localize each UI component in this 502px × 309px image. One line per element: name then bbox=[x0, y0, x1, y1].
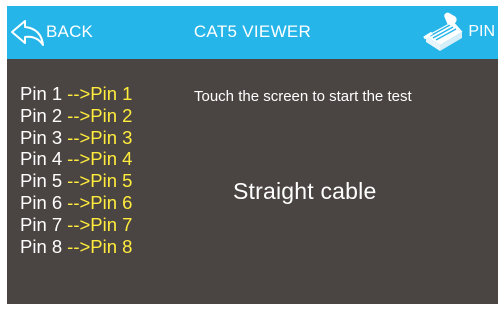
instruction-text: Touch the screen to start the test bbox=[194, 88, 412, 105]
pin-arrow: --> bbox=[67, 83, 91, 104]
pin-target: Pin 7 bbox=[90, 213, 133, 235]
pin-source: Pin 1 bbox=[20, 83, 63, 104]
pin-source: Pin 5 bbox=[20, 170, 63, 192]
pin-target: Pin 8 bbox=[90, 235, 133, 257]
pin-source: Pin 4 bbox=[20, 148, 63, 170]
pin-mapping-row: Pin 3 -->Pin 3 bbox=[20, 127, 132, 149]
pin-source: Pin 6 bbox=[20, 191, 63, 213]
pin-source: Pin 2 bbox=[20, 104, 63, 126]
pin-source: Pin 8 bbox=[20, 235, 63, 257]
pin-mapping-row: Pin 7 -->Pin 7 bbox=[20, 214, 132, 236]
pin-target: Pin 3 bbox=[90, 126, 133, 148]
pin-target: Pin 2 bbox=[90, 104, 133, 126]
pin-source: Pin 3 bbox=[20, 126, 63, 148]
top-bar: BACK CAT5 VIEWER PIN bbox=[7, 6, 498, 59]
pin-mapping-row: Pin 1 -->Pin 1 bbox=[20, 83, 132, 105]
rj45-plug-icon bbox=[422, 12, 468, 52]
pin-arrow: --> bbox=[67, 126, 91, 148]
pin-target: Pin 4 bbox=[90, 148, 133, 170]
pin-arrow: --> bbox=[67, 148, 91, 170]
pin-mapping-list: Pin 1 -->Pin 1 Pin 2 -->Pin 2 Pin 3 -->Pin … bbox=[20, 83, 132, 257]
pin-arrow: --> bbox=[67, 213, 91, 235]
pin-arrow: --> bbox=[67, 104, 91, 126]
pin-mapping-row: Pin 2 -->Pin 2 bbox=[20, 105, 132, 127]
pin-target: Pin 6 bbox=[90, 191, 133, 213]
pin-mapping-row: Pin 6 -->Pin 6 bbox=[20, 192, 132, 214]
pin-arrow: --> bbox=[67, 191, 91, 213]
pin-arrow: --> bbox=[67, 235, 91, 257]
pin-mapping-row: Pin 5 -->Pin 5 bbox=[20, 170, 132, 192]
pin-mapping-row: Pin 8 -->Pin 8 bbox=[20, 236, 132, 258]
pin-button[interactable]: PIN bbox=[413, 12, 495, 52]
viewer-screen[interactable]: BACK CAT5 VIEWER PIN Pin 1 -->Pin 1 Pin … bbox=[7, 6, 498, 304]
pin-button-label: PIN bbox=[468, 23, 495, 40]
pin-target: Pin 1 bbox=[90, 83, 133, 104]
pin-mapping-row: Pin 4 -->Pin 4 bbox=[20, 148, 132, 170]
pin-target: Pin 5 bbox=[90, 170, 133, 192]
pin-source: Pin 7 bbox=[20, 213, 63, 235]
test-result: Straight cable bbox=[233, 178, 377, 204]
pin-arrow: --> bbox=[67, 170, 91, 192]
